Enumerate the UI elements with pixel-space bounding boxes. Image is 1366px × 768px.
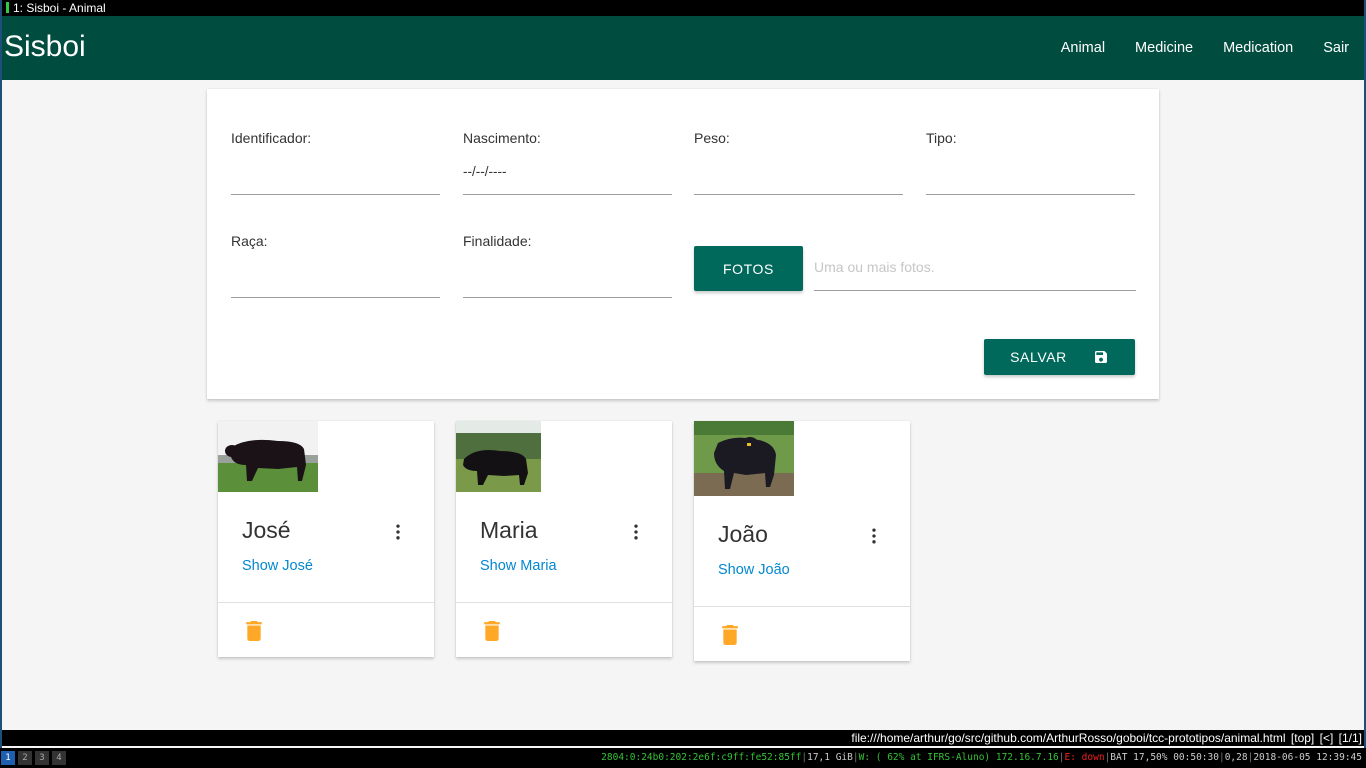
window-title: 1: Sisboi - Animal: [13, 1, 106, 15]
cow-photo-image: [456, 421, 541, 492]
disk-free: 17,1 GiB: [807, 752, 853, 763]
peso-underline: [694, 194, 903, 195]
more-vert-icon[interactable]: [864, 526, 884, 546]
animal-photo: [694, 421, 794, 496]
system-taskbar: 1 2 3 4 2804:0:24b0:202:2e6f:c9ff:fe52:8…: [0, 748, 1366, 768]
animal-photo: [456, 421, 541, 492]
clock: 2018-06-05 12:39:45: [1253, 752, 1362, 763]
workspace-1[interactable]: 1: [1, 751, 15, 765]
show-animal-link[interactable]: Show Maria: [480, 558, 557, 574]
trash-icon[interactable]: [246, 621, 262, 641]
peso-field[interactable]: Peso:: [694, 130, 903, 196]
animal-name: José: [242, 517, 291, 543]
nascimento-label: Nascimento:: [463, 130, 541, 146]
workspace-3[interactable]: 3: [35, 751, 49, 765]
fotos-path-input[interactable]: Uma ou mais fotos.: [814, 259, 935, 275]
animal-card: José Show José: [218, 421, 434, 657]
nav-link-sair[interactable]: Sair: [1308, 40, 1364, 56]
status-tab-count: [1/1]: [1338, 731, 1362, 745]
wifi-status: W: ( 62% at IFRS-Aluno) 172.16.7.16: [858, 752, 1059, 763]
fotos-button-label: FOTOS: [723, 260, 774, 277]
workspace-2[interactable]: 2: [18, 751, 32, 765]
identificador-underline: [231, 194, 440, 195]
window-focus-indicator: [6, 2, 9, 13]
ethernet-status: E: down: [1064, 752, 1105, 763]
nav-link-animal[interactable]: Animal: [1046, 40, 1120, 56]
animal-photo: [218, 421, 318, 492]
card-divider: [218, 602, 434, 603]
nascimento-field[interactable]: Nascimento: --/--/----: [463, 130, 672, 196]
tipo-underline: [926, 194, 1135, 195]
raca-underline: [231, 297, 440, 298]
fotos-path-underline: [814, 290, 1136, 291]
identificador-field[interactable]: Identificador:: [231, 130, 440, 196]
animal-name: Maria: [480, 517, 538, 543]
nav-links: Animal Medicine Medication Sair: [1046, 16, 1364, 80]
raca-label: Raça:: [231, 233, 268, 249]
tipo-label: Tipo:: [926, 130, 957, 146]
browser-window: 1: Sisboi - Animal Sisboi Animal Medicin…: [2, 0, 1364, 748]
top-navbar: Sisboi Animal Medicine Medication Sair: [2, 16, 1364, 80]
finalidade-field[interactable]: Finalidade:: [463, 233, 672, 299]
more-vert-icon[interactable]: [626, 522, 646, 542]
save-button[interactable]: SALVAR: [984, 339, 1135, 375]
animal-form-card: Identificador: Nascimento: --/--/---- Pe…: [207, 89, 1159, 399]
card-divider: [694, 606, 910, 607]
nav-link-medicine[interactable]: Medicine: [1120, 40, 1208, 56]
finalidade-label: Finalidade:: [463, 233, 532, 249]
status-scroll-position: [top]: [1290, 731, 1315, 745]
cpu-load: 0,28: [1224, 752, 1248, 763]
tipo-field[interactable]: Tipo:: [926, 130, 1135, 196]
nascimento-underline: [463, 194, 672, 195]
brand-logo[interactable]: Sisboi: [4, 29, 86, 65]
animal-card: João Show João: [694, 421, 910, 661]
fotos-button[interactable]: FOTOS: [694, 246, 803, 291]
raca-field[interactable]: Raça:: [231, 233, 440, 299]
finalidade-underline: [463, 297, 672, 298]
peso-label: Peso:: [694, 130, 730, 146]
show-animal-link[interactable]: Show José: [242, 558, 313, 574]
save-icon: [1094, 351, 1107, 363]
identificador-label: Identificador:: [231, 130, 312, 146]
show-animal-link[interactable]: Show João: [718, 562, 790, 578]
animal-name: João: [718, 521, 768, 547]
status-info: 2804:0:24b0:202:2e6f:c9ff:fe52:85ff|17,1…: [601, 752, 1362, 763]
more-vert-icon[interactable]: [388, 522, 408, 542]
trash-icon[interactable]: [722, 625, 738, 645]
animal-card: Maria Show Maria: [456, 421, 672, 657]
status-history-nav: [<]: [1319, 731, 1334, 745]
status-url: file:///home/arthur/go/src/github.com/Ar…: [851, 731, 1286, 745]
browser-status-line: file:///home/arthur/go/src/github.com/Ar…: [2, 730, 1364, 746]
trash-icon[interactable]: [484, 621, 500, 641]
workspace-4[interactable]: 4: [52, 751, 66, 765]
battery-status: BAT 17,50% 00:50:30: [1110, 752, 1219, 763]
card-divider: [456, 602, 672, 603]
nascimento-input[interactable]: --/--/----: [463, 164, 506, 179]
bull-photo-image: [218, 421, 318, 492]
ipv6-address: 2804:0:24b0:202:2e6f:c9ff:fe52:85ff: [601, 752, 802, 763]
save-button-label: SALVAR: [1010, 349, 1067, 365]
cow-photo-image: [694, 421, 794, 496]
nav-link-medication[interactable]: Medication: [1208, 40, 1308, 56]
window-titlebar: 1: Sisboi - Animal: [2, 0, 1364, 16]
